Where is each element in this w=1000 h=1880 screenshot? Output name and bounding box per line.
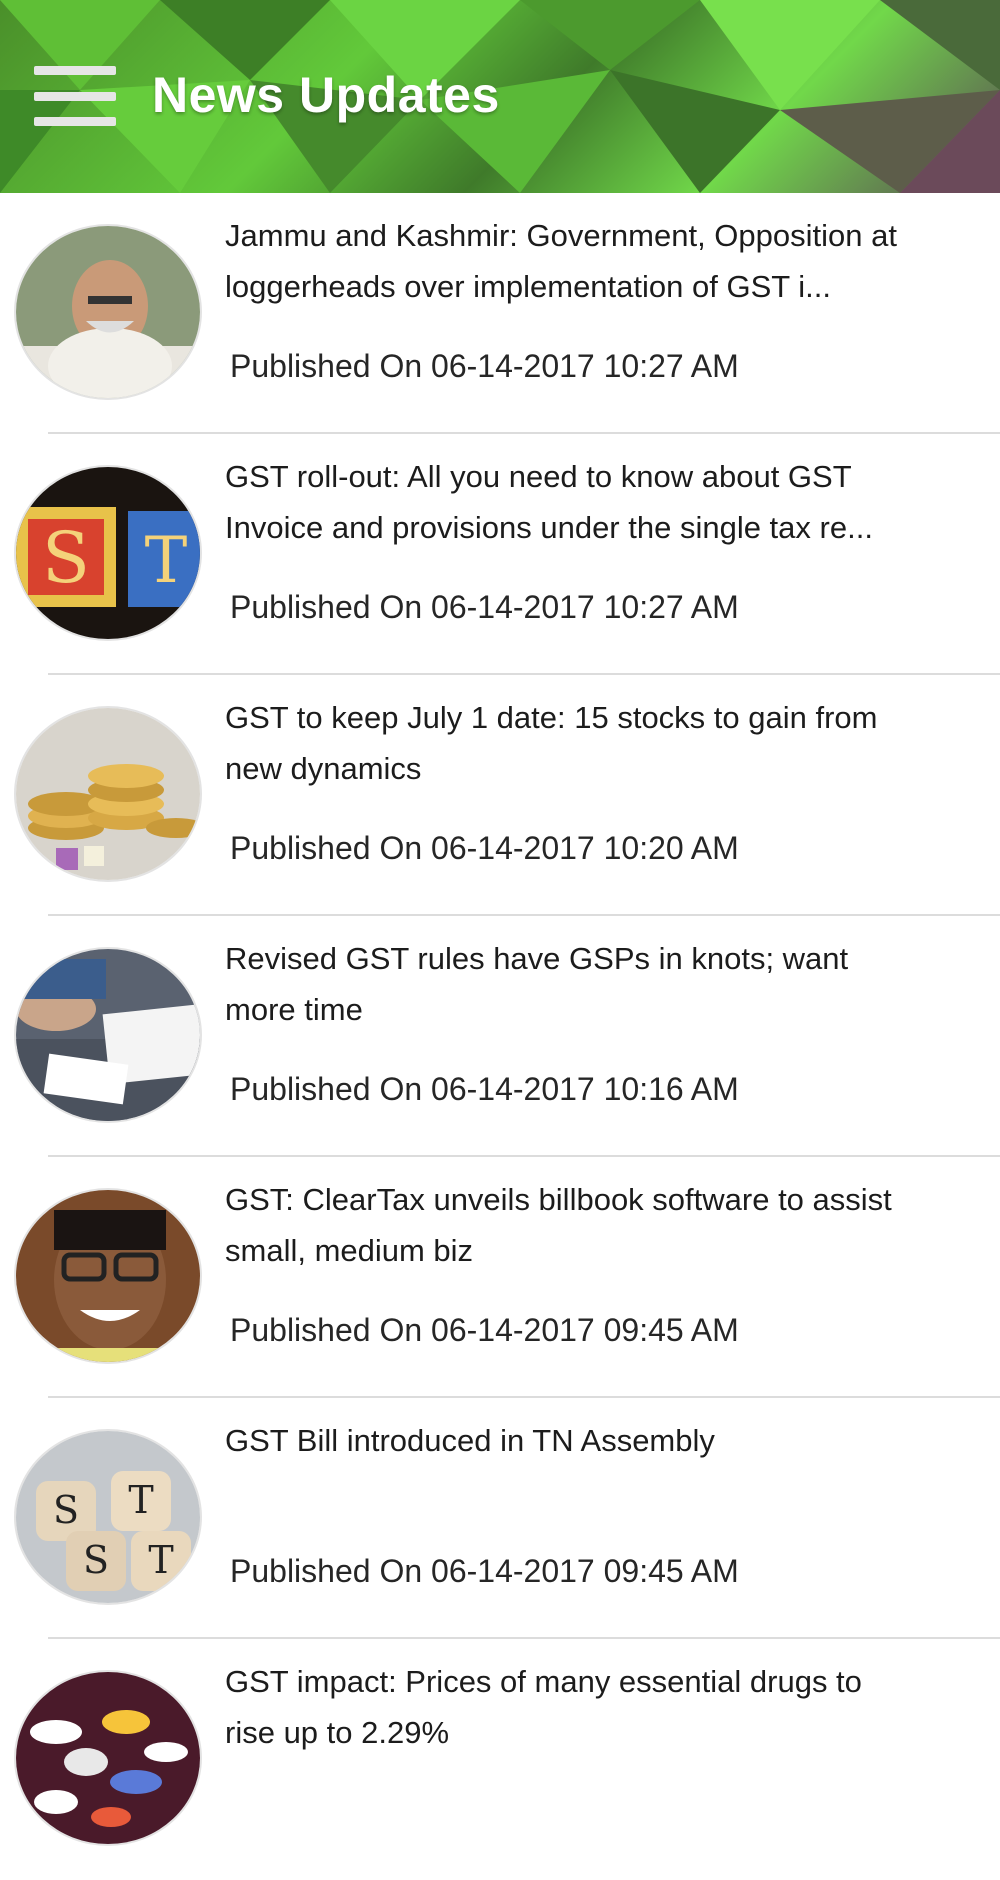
svg-text:S: S <box>42 517 90 599</box>
page-title: News Updates <box>152 67 500 123</box>
news-date: Published On 06-14-2017 09:45 AM <box>230 1312 739 1348</box>
news-thumbnail <box>14 947 202 1123</box>
news-date: Published On 06-14-2017 10:27 AM <box>230 589 739 625</box>
news-thumbnail <box>14 224 202 400</box>
news-thumbnail <box>14 1670 202 1846</box>
news-title: GST roll-out: All you need to know about… <box>225 459 873 545</box>
news-list-item[interactable]: GST to keep July 1 date: 15 stocks to ga… <box>0 675 1000 916</box>
news-list-item[interactable]: Revised GST rules have GSPs in knots; wa… <box>0 916 1000 1157</box>
news-date: Published On 06-14-2017 10:27 AM <box>230 348 739 384</box>
hamburger-menu-icon[interactable] <box>34 66 116 126</box>
svg-text:T: T <box>128 1478 153 1522</box>
news-thumbnail: S T <box>14 465 202 641</box>
news-date: Published On 06-14-2017 09:45 AM <box>230 1553 739 1589</box>
news-list: Jammu and Kashmir: Government, Oppositio… <box>0 193 1000 1880</box>
news-list-item[interactable]: S T GST roll-out: All you need to know a… <box>0 434 1000 675</box>
news-date: Published On 06-14-2017 10:16 AM <box>230 1071 739 1107</box>
news-title: GST: ClearTax unveils billbook software … <box>225 1182 892 1268</box>
news-thumbnail <box>14 706 202 882</box>
app-bar: News Updates <box>0 0 1000 193</box>
svg-text:S: S <box>83 1538 109 1582</box>
news-title: Revised GST rules have GSPs in knots; wa… <box>225 941 849 1027</box>
news-list-item[interactable]: Jammu and Kashmir: Government, Oppositio… <box>0 193 1000 434</box>
svg-text:T: T <box>145 524 188 598</box>
news-list-item[interactable]: GST impact: Prices of many essential dru… <box>0 1639 1000 1880</box>
news-title: GST impact: Prices of many essential dru… <box>225 1664 862 1750</box>
svg-text:T: T <box>148 1538 173 1582</box>
news-title: GST to keep July 1 date: 15 stocks to ga… <box>225 700 878 786</box>
news-list-item[interactable]: S T S T GST Bill introduced in TN Assemb… <box>0 1398 1000 1639</box>
news-thumbnail <box>14 1188 202 1364</box>
app-bar-background <box>0 0 1000 193</box>
news-list-item[interactable]: GST: ClearTax unveils billbook software … <box>0 1157 1000 1398</box>
news-title: GST Bill introduced in TN Assembly <box>225 1423 715 1458</box>
news-title: Jammu and Kashmir: Government, Oppositio… <box>225 218 897 304</box>
svg-text:S: S <box>53 1488 79 1532</box>
news-thumbnail: S T S T <box>14 1429 202 1605</box>
news-date: Published On 06-14-2017 10:20 AM <box>230 830 739 866</box>
